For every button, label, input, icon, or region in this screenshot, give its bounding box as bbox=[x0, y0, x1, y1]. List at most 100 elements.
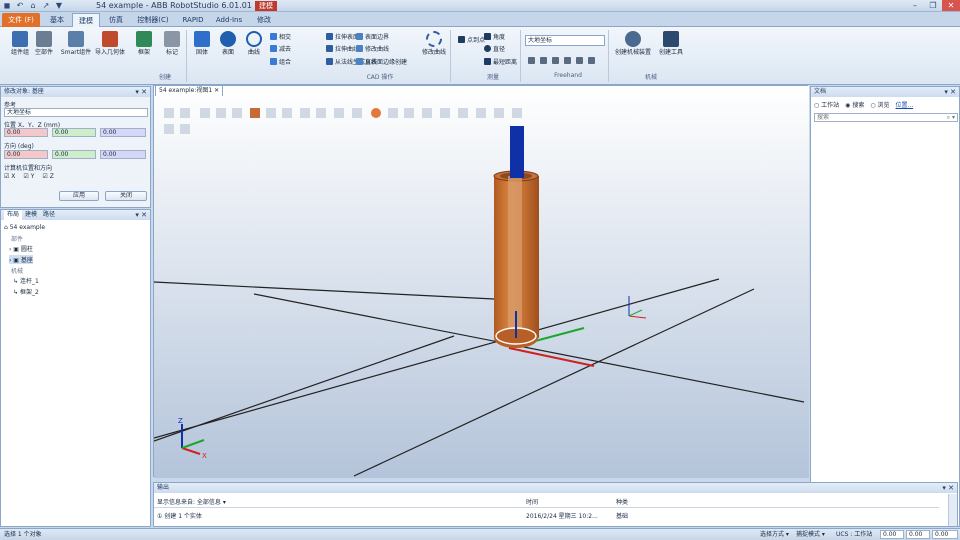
minimize-button[interactable]: – bbox=[906, 0, 924, 11]
tab-file[interactable]: 文件 (F) bbox=[2, 13, 40, 27]
save-icon[interactable]: ◼ bbox=[2, 1, 12, 11]
tab-paths[interactable]: 路径 bbox=[40, 210, 58, 220]
home-icon[interactable]: ⌂ bbox=[28, 1, 38, 11]
create-tool-button[interactable]: 创建工具 bbox=[652, 31, 690, 56]
cad-intersect[interactable]: 相交 bbox=[270, 32, 291, 41]
tab-controller[interactable]: 控制器(C) bbox=[132, 13, 174, 27]
panel-pin-close-icon[interactable]: ▾ ✕ bbox=[944, 87, 956, 97]
measure-angle[interactable]: 角度 bbox=[484, 32, 505, 41]
redo-icon[interactable]: ↗ bbox=[41, 1, 51, 11]
close-button[interactable]: 关闭 bbox=[105, 191, 147, 201]
group-label-cad: CAD 操作 bbox=[366, 74, 394, 81]
output-header: 输出 ▾ ✕ bbox=[154, 483, 957, 493]
tab-modeling-tree[interactable]: 建模 bbox=[22, 210, 40, 220]
modify-object-panel: 修改对象: 基座 ▾ ✕ 参考 大地坐标 位置 X、Y、Z (mm) 0.00 0… bbox=[0, 86, 151, 208]
jog-linear-icon[interactable] bbox=[564, 57, 571, 64]
selection-mode-dropdown[interactable]: 选择方式 ▾ bbox=[760, 529, 789, 540]
panel-pin-close-icon[interactable]: ▾ ✕ bbox=[135, 210, 147, 220]
position-y-field[interactable]: 0.00 bbox=[52, 128, 96, 137]
ribbon: 组件组 空部件 Smart组件 导入几何体 框架 标记 固体 表面 曲线 相交 … bbox=[0, 27, 960, 85]
output-col-time: 时间 bbox=[526, 499, 539, 506]
cad-surface-border[interactable]: 表面边界 bbox=[356, 32, 389, 41]
position-z-field[interactable]: 0.00 bbox=[100, 128, 146, 137]
documents-search-input[interactable]: 搜索 ⌕ ▾ bbox=[814, 113, 958, 122]
cad-from-surface-edge[interactable]: 从表面边缘创建 bbox=[356, 57, 407, 66]
output-row-time: 2016/2/24 星期三 10:2... bbox=[526, 513, 598, 520]
union-icon bbox=[270, 58, 277, 65]
tool-icon bbox=[663, 31, 679, 47]
position-x-field[interactable]: 0.00 bbox=[4, 128, 48, 137]
orientation-x-field[interactable]: 0.00 bbox=[4, 150, 48, 159]
jog-joint-icon[interactable] bbox=[552, 57, 559, 64]
tab-home[interactable]: 基本 bbox=[44, 13, 70, 27]
tab-rapid[interactable]: RAPID bbox=[178, 13, 208, 27]
import-geometry-icon bbox=[102, 31, 118, 47]
coord-z: 0.00 bbox=[932, 530, 958, 539]
coord-y: 0.00 bbox=[906, 530, 930, 539]
tab-modify[interactable]: 修改 bbox=[250, 13, 278, 27]
group-label-create: 创建 bbox=[158, 74, 171, 81]
search-icon[interactable]: ⌕ ▾ bbox=[947, 114, 955, 121]
measure-point-to-point[interactable]: 点到点 bbox=[458, 35, 485, 44]
tree-cylinder[interactable]: › ▣ 圆柱 bbox=[9, 244, 33, 253]
cad-extrude-surface[interactable]: 拉伸表面 bbox=[326, 32, 359, 41]
quick-access-toolbar: ◼ ↶ ⌂ ↗ ▼ bbox=[2, 1, 64, 11]
close-window-button[interactable]: ✕ bbox=[942, 0, 960, 11]
tree-frame-2[interactable]: ↳ 框架_2 bbox=[13, 287, 39, 296]
title-bar: ◼ ↶ ⌂ ↗ ▼ 54 example - ABB RobotStudio 6… bbox=[0, 0, 960, 12]
customize-qat-icon[interactable]: ▼ bbox=[54, 1, 64, 11]
orientation-label: 方向 (deg) bbox=[4, 143, 34, 150]
checkbox-z[interactable]: ☑ Z bbox=[42, 173, 53, 180]
radio-browse[interactable]: ○ 浏览 bbox=[870, 100, 889, 109]
checkbox-y[interactable]: ☑ Y bbox=[23, 173, 34, 180]
layout-panel: 布局 建模 路径 ▾ ✕ ⌂ 54 example 部件 › ▣ 圆柱 › ▣ … bbox=[0, 209, 151, 527]
surface-border-icon bbox=[356, 33, 363, 40]
tree-link-1[interactable]: ↳ 连杆_1 bbox=[13, 276, 39, 285]
tree-station[interactable]: ⌂ 54 example bbox=[4, 224, 45, 231]
multi-jog-icon[interactable] bbox=[588, 57, 595, 64]
measure-shortest[interactable]: 最短距离 bbox=[484, 57, 517, 66]
checkbox-x[interactable]: ☑ X bbox=[4, 173, 15, 180]
measure-diameter[interactable]: 直径 bbox=[484, 44, 505, 53]
cad-modify-curve[interactable]: 修改曲线 bbox=[356, 44, 389, 53]
viewport-tab[interactable]: 54 example:视图1 ✕ bbox=[155, 85, 224, 96]
cad-extrude-curve[interactable]: 拉伸曲线 bbox=[326, 44, 359, 53]
tab-addins[interactable]: Add-Ins bbox=[212, 13, 246, 27]
cad-union[interactable]: 组合 bbox=[270, 57, 291, 66]
output-row-message[interactable]: ① 创建 1 个实体 bbox=[157, 511, 202, 520]
snap-mode-dropdown[interactable]: 捕捉模式 ▾ bbox=[796, 529, 825, 540]
radio-search[interactable]: ◉ 搜索 bbox=[845, 100, 864, 109]
blue-pin[interactable] bbox=[510, 126, 524, 178]
reference-select[interactable]: 大地坐标 bbox=[4, 108, 148, 117]
create-mechanism-button[interactable]: 创建机械装置 bbox=[612, 31, 654, 56]
radio-station[interactable]: ○ 工作站 bbox=[814, 100, 839, 109]
tree-base[interactable]: › ▣ 基座 bbox=[9, 255, 33, 264]
panel-pin-close-icon[interactable]: ▾ ✕ bbox=[135, 87, 147, 97]
panel-pin-close-icon[interactable]: ▾ ✕ bbox=[942, 483, 954, 493]
modify-curve-big-button[interactable]: 修改曲线 bbox=[414, 31, 454, 56]
orientation-y-field[interactable]: 0.00 bbox=[52, 150, 96, 159]
restore-button[interactable]: ❐ bbox=[924, 0, 942, 11]
move-icon[interactable] bbox=[528, 57, 535, 64]
3d-viewport[interactable]: Z X bbox=[153, 85, 809, 478]
output-filter[interactable]: 显示信息来自: 全部信息 ▾ bbox=[157, 497, 226, 506]
jog-reorient-icon[interactable] bbox=[576, 57, 583, 64]
group-label-freehand: Freehand bbox=[554, 72, 582, 79]
point-to-point-icon bbox=[458, 36, 465, 43]
output-scrollbar[interactable] bbox=[948, 494, 957, 526]
tab-simulation[interactable]: 仿真 bbox=[102, 13, 130, 27]
close-tab-icon[interactable]: ✕ bbox=[214, 87, 219, 94]
curve-button[interactable]: 曲线 bbox=[234, 31, 274, 56]
cad-subtract[interactable]: 减去 bbox=[270, 44, 291, 53]
freehand-reference-dropdown[interactable]: 大地坐标 bbox=[525, 35, 605, 46]
intersect-icon bbox=[270, 33, 277, 40]
rotate-icon[interactable] bbox=[540, 57, 547, 64]
orientation-z-field[interactable]: 0.00 bbox=[100, 150, 146, 159]
tab-layout[interactable]: 布局 bbox=[4, 210, 23, 220]
undo-icon[interactable]: ↶ bbox=[15, 1, 25, 11]
extrude-surface-icon bbox=[326, 33, 333, 40]
tab-modeling[interactable]: 建模 bbox=[72, 13, 100, 27]
apply-button[interactable]: 应用 bbox=[59, 191, 99, 201]
documents-panel: 文档 ▾ ✕ ○ 工作站 ◉ 搜索 ○ 浏览 位置... 搜索 ⌕ ▾ bbox=[810, 86, 960, 527]
location-link[interactable]: 位置... bbox=[896, 100, 914, 109]
